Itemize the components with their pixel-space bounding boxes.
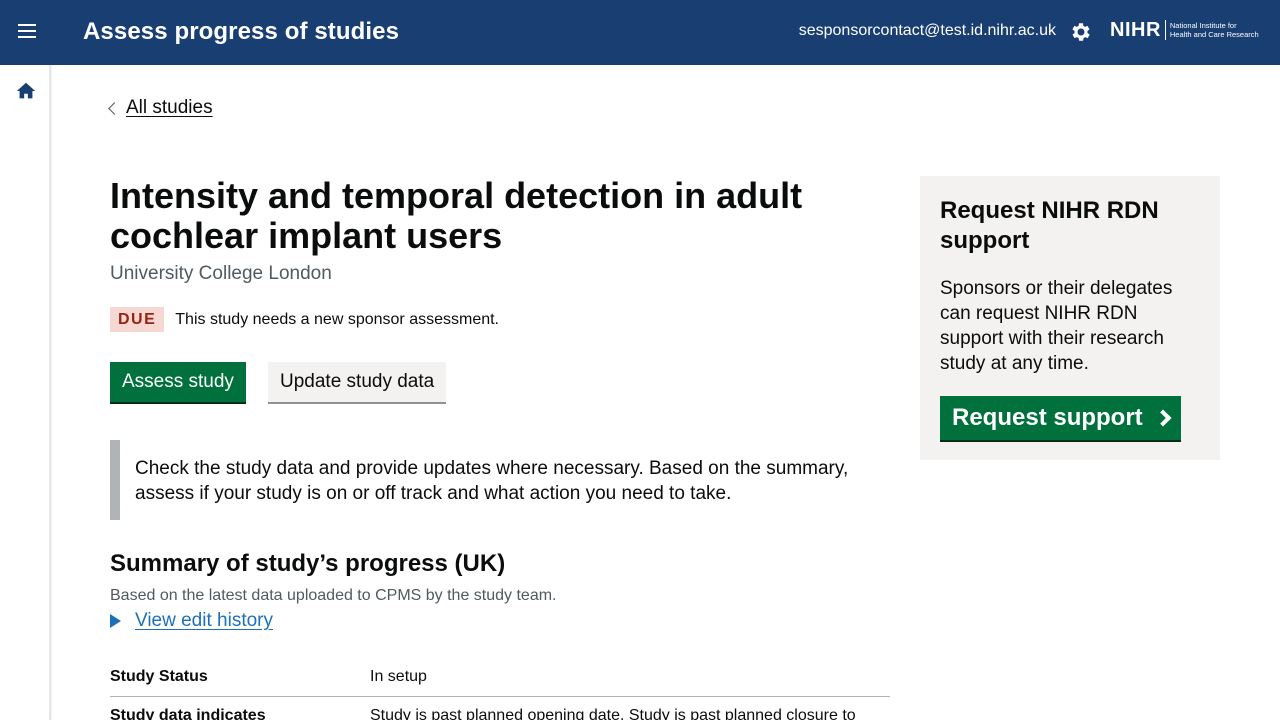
study-organisation: University College London (110, 263, 332, 284)
summary-key: Study data indicates (110, 707, 266, 720)
menu-icon[interactable] (14, 20, 40, 46)
logo-main-text: NIHR (1110, 19, 1161, 41)
home-icon[interactable] (15, 80, 37, 102)
inset-text: Check the study data and provide updates… (110, 440, 890, 520)
request-support-button[interactable]: Request support (940, 396, 1181, 440)
logo-sub-text: National Institute for Health and Care R… (1170, 21, 1259, 39)
top-header: Assess progress of studies sesponsorcont… (0, 0, 1280, 65)
summary-subheading: Based on the latest data uploaded to CPM… (110, 587, 557, 604)
summary-value: In setup (370, 668, 427, 685)
side-nav (0, 65, 51, 720)
view-edit-history-link[interactable]: View edit history (135, 610, 273, 632)
nihr-logo: NIHR National Institute for Health and C… (1110, 18, 1259, 42)
study-title: Intensity and temporal detection in adul… (110, 175, 803, 256)
chevron-right-icon (1154, 409, 1172, 427)
support-heading: Request NIHR RDN support (940, 197, 1159, 254)
logo-sub-line2: Health and Care Research (1169, 30, 1259, 39)
user-email: sesponsorcontact@test.id.nihr.ac.uk (798, 22, 1056, 39)
summary-heading: Summary of study’s progress (UK) (110, 550, 506, 577)
summary-row: Study Status In setup (110, 658, 890, 697)
status-row: DUE This study needs a new sponsor asses… (110, 307, 499, 332)
status-badge: DUE (110, 307, 165, 332)
summary-key: Study Status (110, 668, 208, 685)
logo-divider (1164, 20, 1166, 40)
chevron-left-icon (108, 102, 121, 115)
update-study-data-button[interactable]: Update study data (268, 362, 447, 402)
gear-icon[interactable] (1069, 20, 1093, 44)
summary-value: Study is past planned opening date. Stud… (370, 707, 856, 720)
request-support-label: Request support (952, 404, 1143, 431)
status-message: This study needs a new sponsor assessmen… (175, 310, 499, 328)
support-panel: Request NIHR RDN support Sponsors or the… (920, 176, 1220, 460)
summary-row: Study data indicates Study is past plann… (110, 697, 890, 720)
assess-study-button[interactable]: Assess study (110, 362, 246, 402)
logo-sub-line1: National Institute for (1169, 21, 1237, 30)
summary-list: Study Status In setup Study data indicat… (110, 658, 890, 720)
support-body: Sponsors or their delegates can request … (940, 278, 1173, 374)
view-edit-history-toggle[interactable]: View edit history (110, 610, 273, 632)
triangle-right-icon (110, 614, 121, 628)
app-title: Assess progress of studies (83, 18, 400, 45)
back-link[interactable]: All studies (108, 97, 213, 119)
all-studies-link[interactable]: All studies (126, 97, 213, 119)
